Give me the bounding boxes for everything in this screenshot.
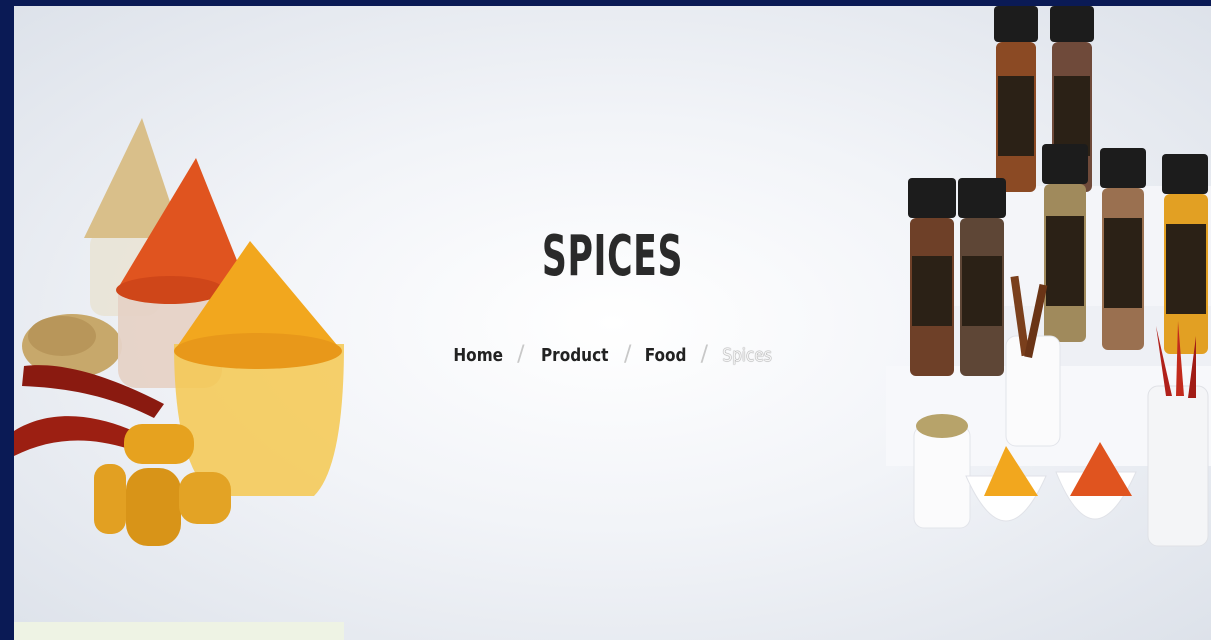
breadcrumb-food[interactable]: Food [645, 345, 687, 366]
spice-jar [958, 178, 1006, 376]
seed-cup [916, 414, 968, 438]
breadcrumb-separator: / [624, 342, 632, 367]
spice-jar [1162, 154, 1208, 354]
spice-jars-image [886, 6, 1211, 547]
breadcrumb-home[interactable]: Home [453, 345, 503, 366]
spice-jar [994, 6, 1038, 192]
spice-jar [1100, 148, 1146, 350]
content-strip [14, 622, 344, 640]
breadcrumb-separator: / [700, 342, 709, 367]
spice-jar [1042, 144, 1088, 342]
breadcrumb-product[interactable]: Product [541, 345, 609, 366]
breadcrumb-separator: / [517, 342, 525, 367]
breadcrumb-current: Spices [722, 345, 772, 366]
spice-jar [908, 178, 956, 376]
turmeric-roots [124, 424, 194, 464]
hero-banner: SPICES Home / Product / Food / Spices [14, 6, 1211, 640]
spice-bowls-image [14, 118, 344, 546]
